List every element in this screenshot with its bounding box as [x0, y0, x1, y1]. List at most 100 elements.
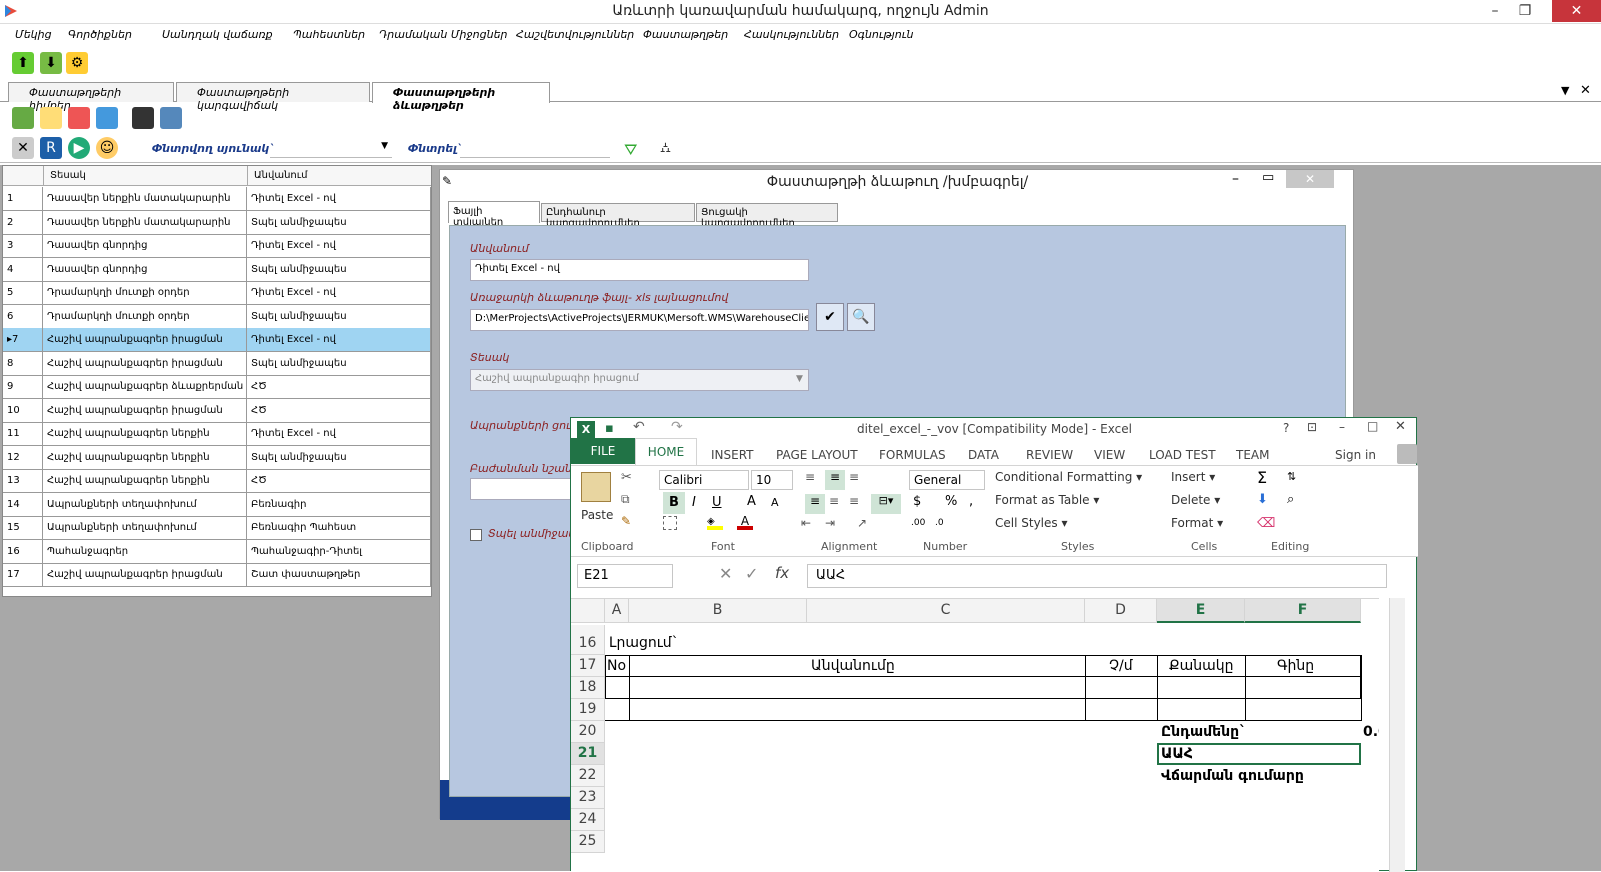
align-bottom-icon[interactable]: ≡	[849, 470, 859, 484]
row-type[interactable]: Ապրանքների տեղափոխում	[43, 492, 247, 517]
ribbon-tab-load-test[interactable]: LOAD TEST	[1149, 448, 1216, 462]
tab-document-status[interactable]: Փաստաթղթերի կարգավիճակ	[176, 82, 370, 112]
grow-font-icon[interactable]: A	[747, 494, 756, 509]
row-name[interactable]: Բեռնագիր Պահեստ	[247, 516, 431, 540]
import-icon[interactable]: ⬆	[12, 52, 34, 74]
font-name-select[interactable]: Calibri	[659, 470, 749, 490]
ribbon-tab-view[interactable]: VIEW	[1094, 448, 1125, 462]
restore-button[interactable]: ❐	[1510, 0, 1540, 22]
tab-dropdown-icon[interactable]: ▼	[1561, 84, 1569, 97]
menu-item[interactable]: Փաստաթղթեր	[643, 28, 728, 41]
row-name[interactable]: Տպել անմիջապես	[247, 210, 431, 235]
copy-icon[interactable]: ⧉	[621, 492, 630, 507]
borders-icon[interactable]	[663, 516, 677, 530]
insert-cells-button[interactable]: Insert ▾	[1171, 470, 1215, 484]
menu-item[interactable]: Պահեստներ	[293, 28, 365, 41]
clear-icon[interactable]	[160, 107, 182, 129]
separator-input[interactable]	[470, 478, 580, 500]
cell-total-label[interactable]: Ընդամենը`	[1161, 724, 1246, 740]
search-input[interactable]	[460, 138, 610, 158]
account-avatar[interactable]	[1397, 444, 1417, 464]
ribbon-tab-home[interactable]: HOME	[635, 438, 697, 465]
row-type[interactable]: Պահանջագրեր	[43, 539, 247, 564]
delete-record-icon[interactable]	[68, 107, 90, 129]
print-now-checkbox[interactable]	[470, 529, 482, 541]
tab-document-bases[interactable]: Փաստաթղթերի հիմքեր	[8, 82, 174, 112]
table-row[interactable]: 11 Հաշիվ ապրանքագրեր ներքին Դիտել Excel - …	[3, 422, 431, 446]
format-painter-icon[interactable]: ✎	[621, 514, 631, 528]
row-type[interactable]: Դասավեր գնորդից	[43, 257, 247, 282]
row-type[interactable]: Հաշիվ ապրանքագրեր իրացման	[43, 398, 247, 423]
row-name[interactable]: ՀԾ	[247, 398, 431, 423]
settings-icon[interactable]: ⚙	[66, 52, 88, 74]
name-input[interactable]: Դիտել Excel - ով	[470, 259, 809, 281]
ribbon-tab-file[interactable]: FILE	[571, 438, 635, 464]
tab-general-settings[interactable]: Ընդհանուր կարգավորումներ	[541, 203, 695, 229]
row-name[interactable]: Դիտել Excel - ով	[247, 422, 431, 446]
ribbon-tab-page-layout[interactable]: PAGE LAYOUT	[776, 448, 858, 462]
select-all-corner[interactable]	[571, 599, 605, 623]
table-row[interactable]: 9 Հաշիվ ապրանքագրեր ձևաքրերման ՀԾ	[3, 375, 431, 399]
table-row[interactable]: 16 Պահանջագրեր Պահանջագիր-Դիտել	[3, 539, 431, 564]
decrease-indent-icon[interactable]: ⇤	[801, 516, 811, 530]
table-row[interactable]: 2 Դասավեր ներքին մատակարարին Տպել անմիջապե…	[3, 210, 431, 235]
name-box[interactable]: E21	[577, 564, 673, 588]
close-filter-icon[interactable]: ✕	[12, 137, 34, 159]
header-price[interactable]: Գինը	[1277, 658, 1314, 674]
merge-center-icon[interactable]: ⊟▾	[871, 494, 901, 514]
path-input[interactable]: D:\MerProjects\ActiveProjects\JERMUK\Mer…	[470, 309, 809, 331]
hierarchy-icon[interactable]: ⛼	[660, 140, 671, 158]
row-type[interactable]: Դրամարկղի մուտքի օրդեր	[43, 304, 247, 329]
increase-decimal-icon[interactable]: .00	[911, 518, 925, 528]
row-header[interactable]: 25	[571, 831, 605, 853]
row-header[interactable]: 20	[571, 721, 605, 743]
column-header[interactable]: F	[1245, 599, 1361, 623]
column-header[interactable]: E	[1157, 599, 1245, 623]
tab-list-settings[interactable]: Ցուցակի կարգավորումներ	[696, 203, 838, 229]
ribbon-tab-team[interactable]: TEAM	[1236, 448, 1269, 462]
header-no[interactable]: No	[607, 658, 626, 674]
row-name[interactable]: Շատ փաստաթղթեր	[247, 563, 431, 587]
ribbon-tab-data[interactable]: DATA	[968, 448, 999, 462]
sort-filter-icon[interactable]: ⇅	[1287, 470, 1296, 483]
ribbon-tab-review[interactable]: REVIEW	[1026, 448, 1073, 462]
table-row[interactable]: ▸7 Հաշիվ ապրանքագրեր իրացման Դիտել Excel -…	[3, 328, 431, 352]
paste-icon[interactable]	[581, 472, 611, 502]
row-name[interactable]: Պահանջագիր-Դիտել	[247, 539, 431, 564]
menu-item[interactable]: Մեկից	[15, 28, 52, 41]
table-row[interactable]: 8 Հաշիվ ապրանքագրեր իրացման Տպել անմիջապես	[3, 351, 431, 376]
formula-bar[interactable]: ԱԱՀ	[807, 564, 1387, 588]
row-header[interactable]: 24	[571, 809, 605, 831]
column-header[interactable]: A	[605, 599, 629, 623]
row-name[interactable]: Տպել անմիջապես	[247, 304, 431, 329]
row-name[interactable]: Դիտել Excel - ով	[247, 328, 431, 352]
clear-icon[interactable]: ⌫	[1257, 516, 1275, 531]
row-header[interactable]: 18	[571, 677, 605, 699]
row-name[interactable]: Տպել անմիջապես	[247, 445, 431, 470]
row-header[interactable]: 23	[571, 787, 605, 809]
table-row[interactable]: 14 Ապրանքների տեղափոխում Բեռնագիր	[3, 492, 431, 517]
autosum-icon[interactable]: Σ	[1257, 468, 1267, 487]
header-unit[interactable]: Չ/մ	[1109, 658, 1133, 674]
edit-record-icon[interactable]	[40, 107, 62, 129]
row-name[interactable]: Դիտել Excel - ով	[247, 187, 431, 211]
row-type[interactable]: Դասավեր գնորդից	[43, 234, 247, 258]
ribbon-tab-insert[interactable]: INSERT	[711, 448, 754, 462]
insert-function-icon[interactable]: fx	[775, 564, 789, 582]
vertical-scrollbar[interactable]	[1389, 598, 1405, 872]
shrink-font-icon[interactable]: A	[771, 496, 779, 509]
align-middle-icon[interactable]: ≡	[825, 470, 845, 490]
filter-column-select[interactable]: ▼	[270, 138, 392, 158]
fill-icon[interactable]: ⬇	[1257, 492, 1268, 507]
orientation-icon[interactable]: ↗	[857, 516, 867, 530]
align-center-icon[interactable]: ≡	[829, 494, 839, 508]
row-name[interactable]: ՀԾ	[247, 469, 431, 493]
grid-header-name[interactable]: Անվանում	[247, 166, 431, 186]
grid-header-type[interactable]: Տեսակ	[43, 166, 247, 186]
column-header[interactable]: B	[629, 599, 807, 623]
row-header[interactable]: 19	[571, 699, 605, 721]
copy-record-icon[interactable]	[96, 107, 118, 129]
increase-indent-icon[interactable]: ⇥	[825, 516, 835, 530]
cell-vat-label[interactable]: ԱԱՀ	[1161, 746, 1193, 762]
menu-item[interactable]: Դրամական Միջոցներ	[379, 28, 508, 41]
